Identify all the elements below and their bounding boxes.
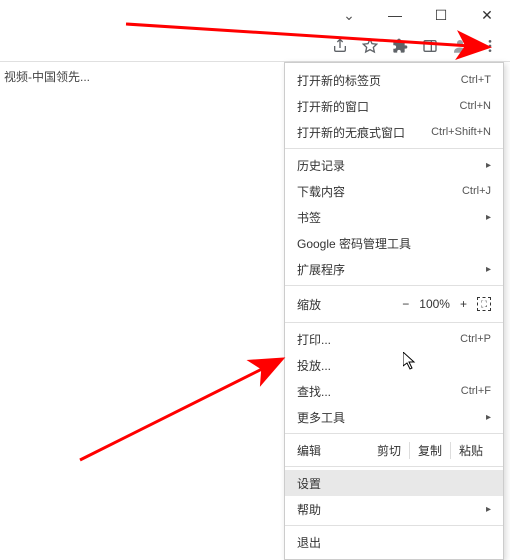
menu-help[interactable]: 帮助 ▸ [285, 496, 503, 522]
zoom-label: 缩放 [297, 296, 321, 313]
menu-label: 打开新的标签页 [297, 72, 381, 89]
browser-toolbar [0, 30, 510, 62]
tab-search-button[interactable]: ⌄ [326, 0, 372, 30]
menu-passwords[interactable]: Google 密码管理工具 [285, 230, 503, 256]
menu-downloads[interactable]: 下载内容 Ctrl+J [285, 178, 503, 204]
menu-shortcut: Ctrl+T [461, 74, 491, 86]
zoom-in-button[interactable]: + [460, 297, 467, 311]
profile-icon[interactable] [446, 32, 474, 60]
menu-settings[interactable]: 设置 [285, 470, 503, 496]
kebab-menu-icon[interactable] [476, 32, 504, 60]
menu-label: 更多工具 [297, 409, 345, 426]
menu-more-tools[interactable]: 更多工具 ▸ [285, 404, 503, 430]
submenu-arrow-icon: ▸ [486, 264, 491, 275]
menu-history[interactable]: 历史记录 ▸ [285, 152, 503, 178]
submenu-arrow-icon: ▸ [486, 412, 491, 423]
menu-edit: 编辑 剪切 复制 粘贴 [285, 437, 503, 463]
edit-paste-button[interactable]: 粘贴 [450, 442, 491, 459]
menu-separator [285, 525, 503, 526]
menu-label: Google 密码管理工具 [297, 235, 411, 252]
menu-separator [285, 466, 503, 467]
menu-shortcut: Ctrl+J [462, 185, 491, 197]
star-icon[interactable] [356, 32, 384, 60]
menu-bookmarks[interactable]: 书签 ▸ [285, 204, 503, 230]
menu-label: 打开新的无痕式窗口 [297, 124, 405, 141]
menu-incognito[interactable]: 打开新的无痕式窗口 Ctrl+Shift+N [285, 119, 503, 145]
menu-shortcut: Ctrl+N [460, 100, 491, 112]
zoom-percent: 100% [419, 297, 450, 311]
menu-label: 退出 [297, 534, 321, 551]
share-icon[interactable] [326, 32, 354, 60]
menu-label: 历史记录 [297, 157, 345, 174]
submenu-arrow-icon: ▸ [486, 160, 491, 171]
bookmark-item[interactable]: 视频-中国领先... [4, 68, 90, 85]
menu-label: 帮助 [297, 501, 321, 518]
menu-cast[interactable]: 投放... [285, 352, 503, 378]
fullscreen-icon[interactable]: ⛶ [477, 297, 491, 311]
menu-new-window[interactable]: 打开新的窗口 Ctrl+N [285, 93, 503, 119]
menu-label: 扩展程序 [297, 261, 345, 278]
menu-label: 设置 [297, 475, 321, 492]
close-button[interactable]: ✕ [464, 0, 510, 30]
menu-separator [285, 433, 503, 434]
menu-shortcut: Ctrl+F [461, 385, 491, 397]
side-panel-icon[interactable] [416, 32, 444, 60]
zoom-out-button[interactable]: − [402, 297, 409, 311]
menu-label: 书签 [297, 209, 321, 226]
submenu-arrow-icon: ▸ [486, 212, 491, 223]
menu-label: 下载内容 [297, 183, 345, 200]
menu-shortcut: Ctrl+Shift+N [431, 126, 491, 138]
extensions-icon[interactable] [386, 32, 414, 60]
menu-label: 投放... [297, 357, 331, 374]
menu-label: 打印... [297, 331, 331, 348]
edit-label: 编辑 [297, 442, 321, 459]
menu-label: 打开新的窗口 [297, 98, 369, 115]
window-controls: ⌄ — ☐ ✕ [326, 0, 510, 30]
menu-find[interactable]: 查找... Ctrl+F [285, 378, 503, 404]
maximize-button[interactable]: ☐ [418, 0, 464, 30]
menu-separator [285, 148, 503, 149]
menu-extensions[interactable]: 扩展程序 ▸ [285, 256, 503, 282]
minimize-button[interactable]: — [372, 0, 418, 30]
chrome-main-menu: 打开新的标签页 Ctrl+T 打开新的窗口 Ctrl+N 打开新的无痕式窗口 C… [284, 62, 504, 560]
menu-new-tab[interactable]: 打开新的标签页 Ctrl+T [285, 67, 503, 93]
submenu-arrow-icon: ▸ [486, 504, 491, 515]
menu-shortcut: Ctrl+P [460, 333, 491, 345]
menu-separator [285, 322, 503, 323]
menu-zoom: 缩放 − 100% + ⛶ [285, 289, 503, 319]
menu-print[interactable]: 打印... Ctrl+P [285, 326, 503, 352]
menu-exit[interactable]: 退出 [285, 529, 503, 555]
edit-cut-button[interactable]: 剪切 [369, 442, 409, 459]
edit-copy-button[interactable]: 复制 [409, 442, 450, 459]
menu-separator [285, 285, 503, 286]
menu-label: 查找... [297, 383, 331, 400]
